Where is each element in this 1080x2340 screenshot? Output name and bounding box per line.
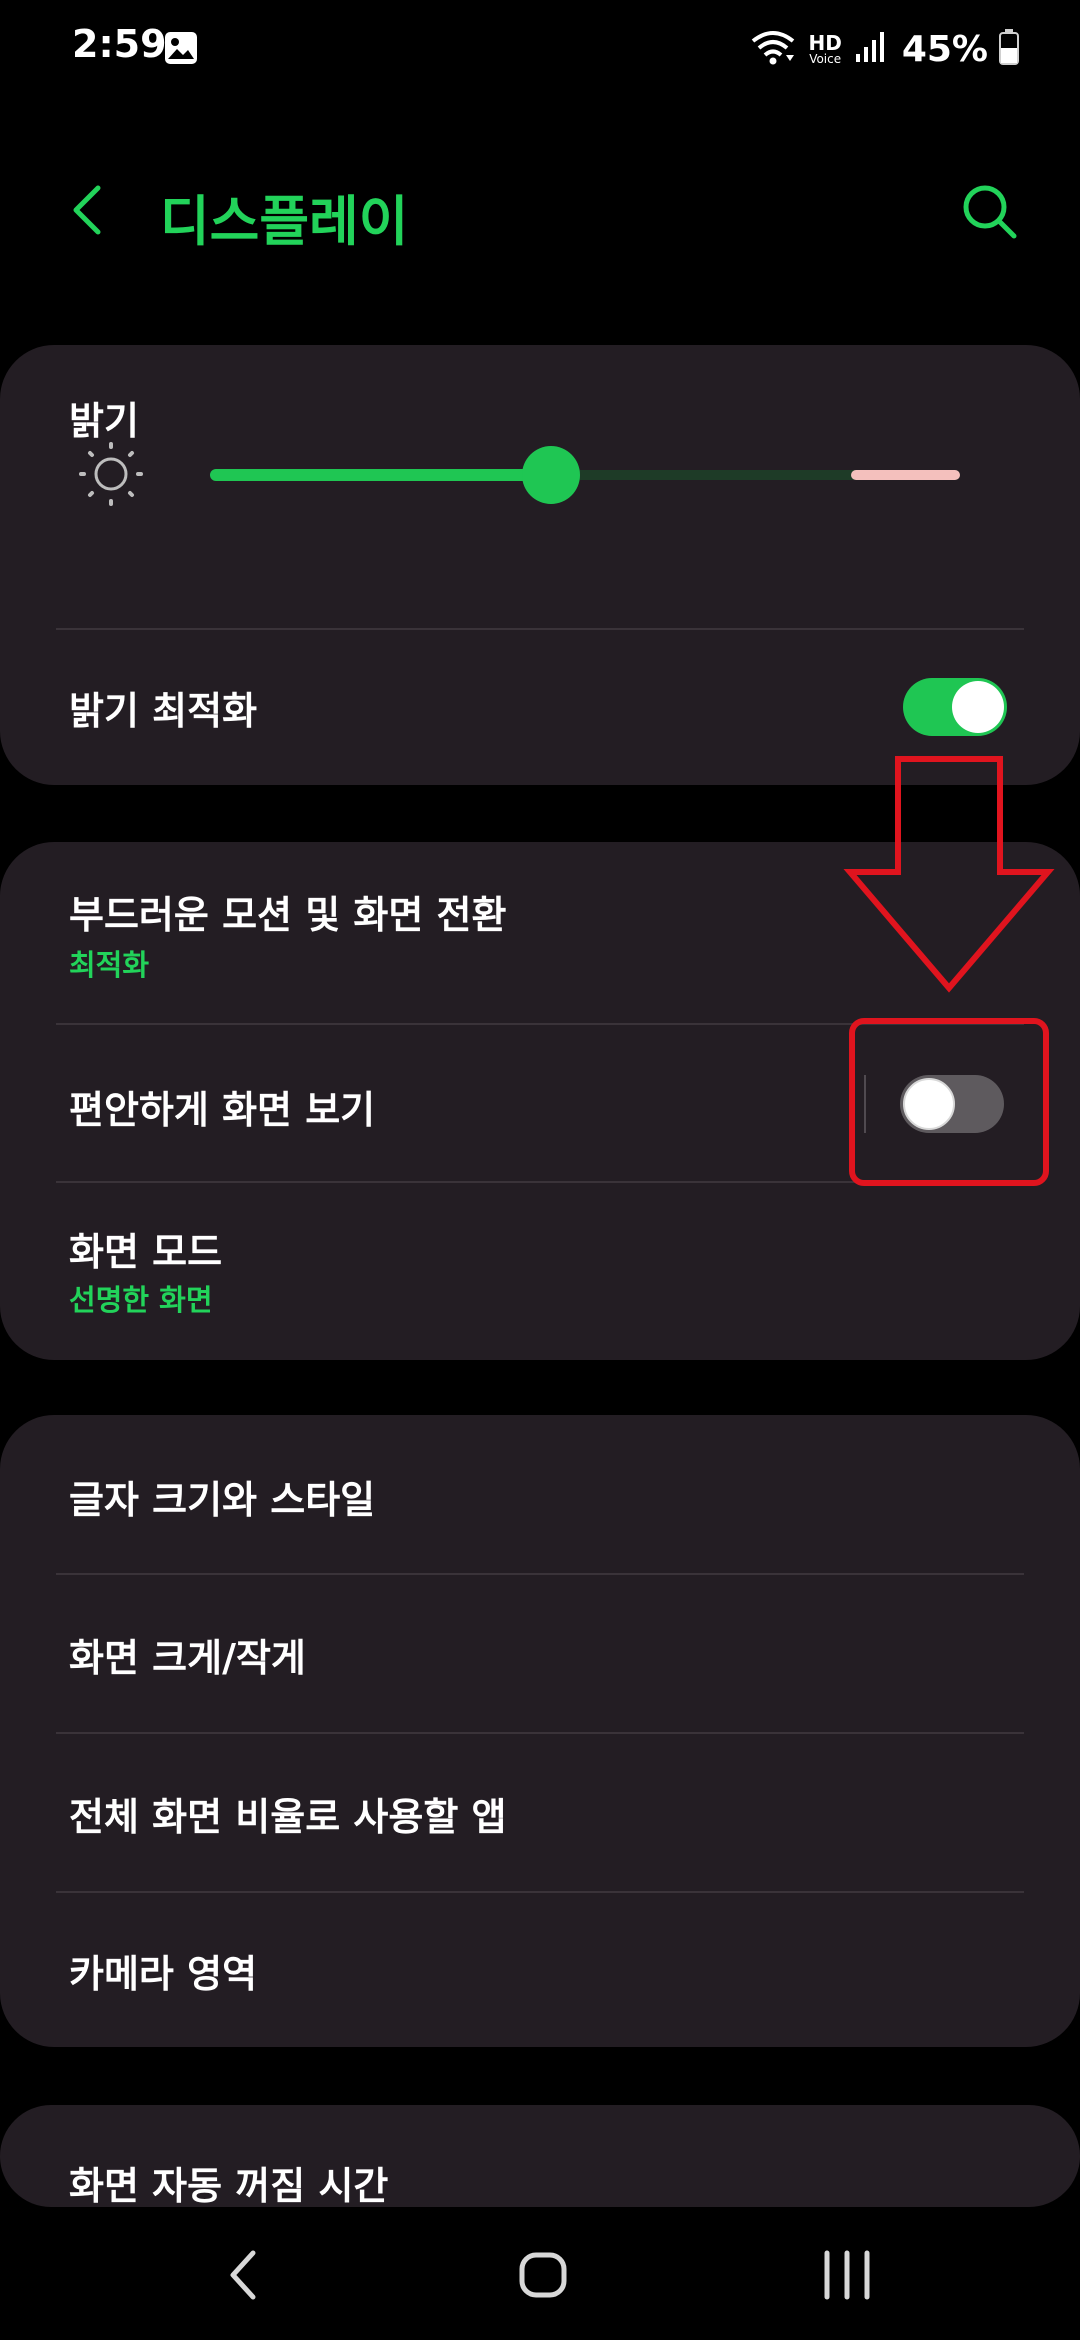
- eye-comfort-toggle[interactable]: [900, 1075, 1004, 1133]
- nav-back-icon: [230, 2250, 256, 2300]
- sun-icon: [79, 442, 143, 506]
- navigation-bar: [0, 2210, 1080, 2340]
- nav-home-icon: [519, 2252, 567, 2298]
- battery-icon: [998, 28, 1020, 70]
- screen-zoom-row[interactable]: 화면 크게/작게: [0, 1575, 1080, 1732]
- adaptive-brightness-toggle[interactable]: [903, 678, 1007, 736]
- search-button[interactable]: [958, 180, 1022, 244]
- slider-fill: [210, 469, 552, 481]
- screen-mode-title: 화면 모드: [69, 1230, 223, 1274]
- search-icon: [963, 185, 1017, 239]
- adaptive-brightness-label: 밝기 최적화: [69, 689, 258, 733]
- toggle-separator: [864, 1075, 866, 1133]
- nav-back-button[interactable]: [195, 2225, 295, 2325]
- battery-percent: 45%: [901, 28, 988, 70]
- page-title: 디스플레이: [160, 190, 409, 253]
- toggle-knob: [903, 1078, 955, 1130]
- motion-card: 부드러운 모션 및 화면 전환 최적화 편안하게 화면 보기 화면 모드 선명한…: [0, 842, 1080, 1360]
- display-settings-screen: 2:59 HD Voice 45% 디스플레이 밝기 밝기 최적화 부드러운 모…: [0, 0, 1080, 2340]
- smooth-motion-title: 부드러운 모션 및 화면 전환: [69, 893, 507, 937]
- toggle-knob: [952, 681, 1004, 733]
- nav-recents-icon: [824, 2250, 870, 2300]
- voice-label: Voice: [809, 52, 842, 66]
- screen-timeout-row[interactable]: 화면 자동 꺼짐 시간: [0, 2105, 1080, 2207]
- eye-comfort-title: 편안하게 화면 보기: [69, 1088, 376, 1132]
- smooth-motion-sub: 최적화: [69, 948, 150, 982]
- screen-timeout-label: 화면 자동 꺼짐 시간: [69, 2164, 389, 2207]
- slider-thumb[interactable]: [522, 446, 581, 504]
- nav-recents-button[interactable]: [797, 2225, 897, 2325]
- signal-icon: [854, 30, 888, 68]
- wifi-icon: [750, 29, 796, 69]
- smooth-motion-row[interactable]: 부드러운 모션 및 화면 전환 최적화: [0, 842, 1080, 1024]
- full-screen-apps-row[interactable]: 전체 화면 비율로 사용할 앱: [0, 1734, 1080, 1891]
- status-time: 2:59: [72, 22, 167, 66]
- brightness-card: 밝기 밝기 최적화: [0, 345, 1080, 785]
- eye-comfort-row[interactable]: 편안하게 화면 보기: [0, 1025, 1080, 1181]
- display-options-card: 글자 크기와 스타일 화면 크게/작게 전체 화면 비율로 사용할 앱 카메라 …: [0, 1415, 1080, 2047]
- screen-mode-row[interactable]: 화면 모드 선명한 화면: [0, 1183, 1080, 1360]
- font-style-label: 글자 크기와 스타일: [69, 1478, 376, 1522]
- full-screen-apps-label: 전체 화면 비율로 사용할 앱: [69, 1795, 507, 1839]
- screen-zoom-label: 화면 크게/작게: [69, 1636, 306, 1680]
- screen-mode-sub: 선명한 화면: [69, 1283, 213, 1317]
- nav-home-button[interactable]: [493, 2225, 593, 2325]
- chevron-left-icon: [73, 185, 101, 235]
- font-style-row[interactable]: 글자 크기와 스타일: [0, 1415, 1080, 1573]
- camera-cutout-row[interactable]: 카메라 영역: [0, 1893, 1080, 2047]
- status-bar: 2:59 HD Voice 45%: [0, 0, 1080, 96]
- status-icons: HD Voice 45%: [750, 24, 1020, 74]
- gallery-icon: [164, 31, 198, 69]
- app-bar: 디스플레이: [0, 160, 1080, 260]
- hd-voice-indicator: HD Voice: [808, 33, 841, 65]
- adaptive-brightness-row[interactable]: 밝기 최적화: [0, 630, 1080, 785]
- slider-extra-range: [851, 470, 960, 480]
- hd-label: HD: [808, 31, 842, 55]
- brightness-slider[interactable]: [210, 446, 960, 504]
- camera-cutout-label: 카메라 영역: [69, 1952, 258, 1996]
- timeout-card: 화면 자동 꺼짐 시간: [0, 2105, 1080, 2207]
- brightness-title: 밝기: [69, 399, 139, 443]
- back-button[interactable]: [60, 180, 120, 240]
